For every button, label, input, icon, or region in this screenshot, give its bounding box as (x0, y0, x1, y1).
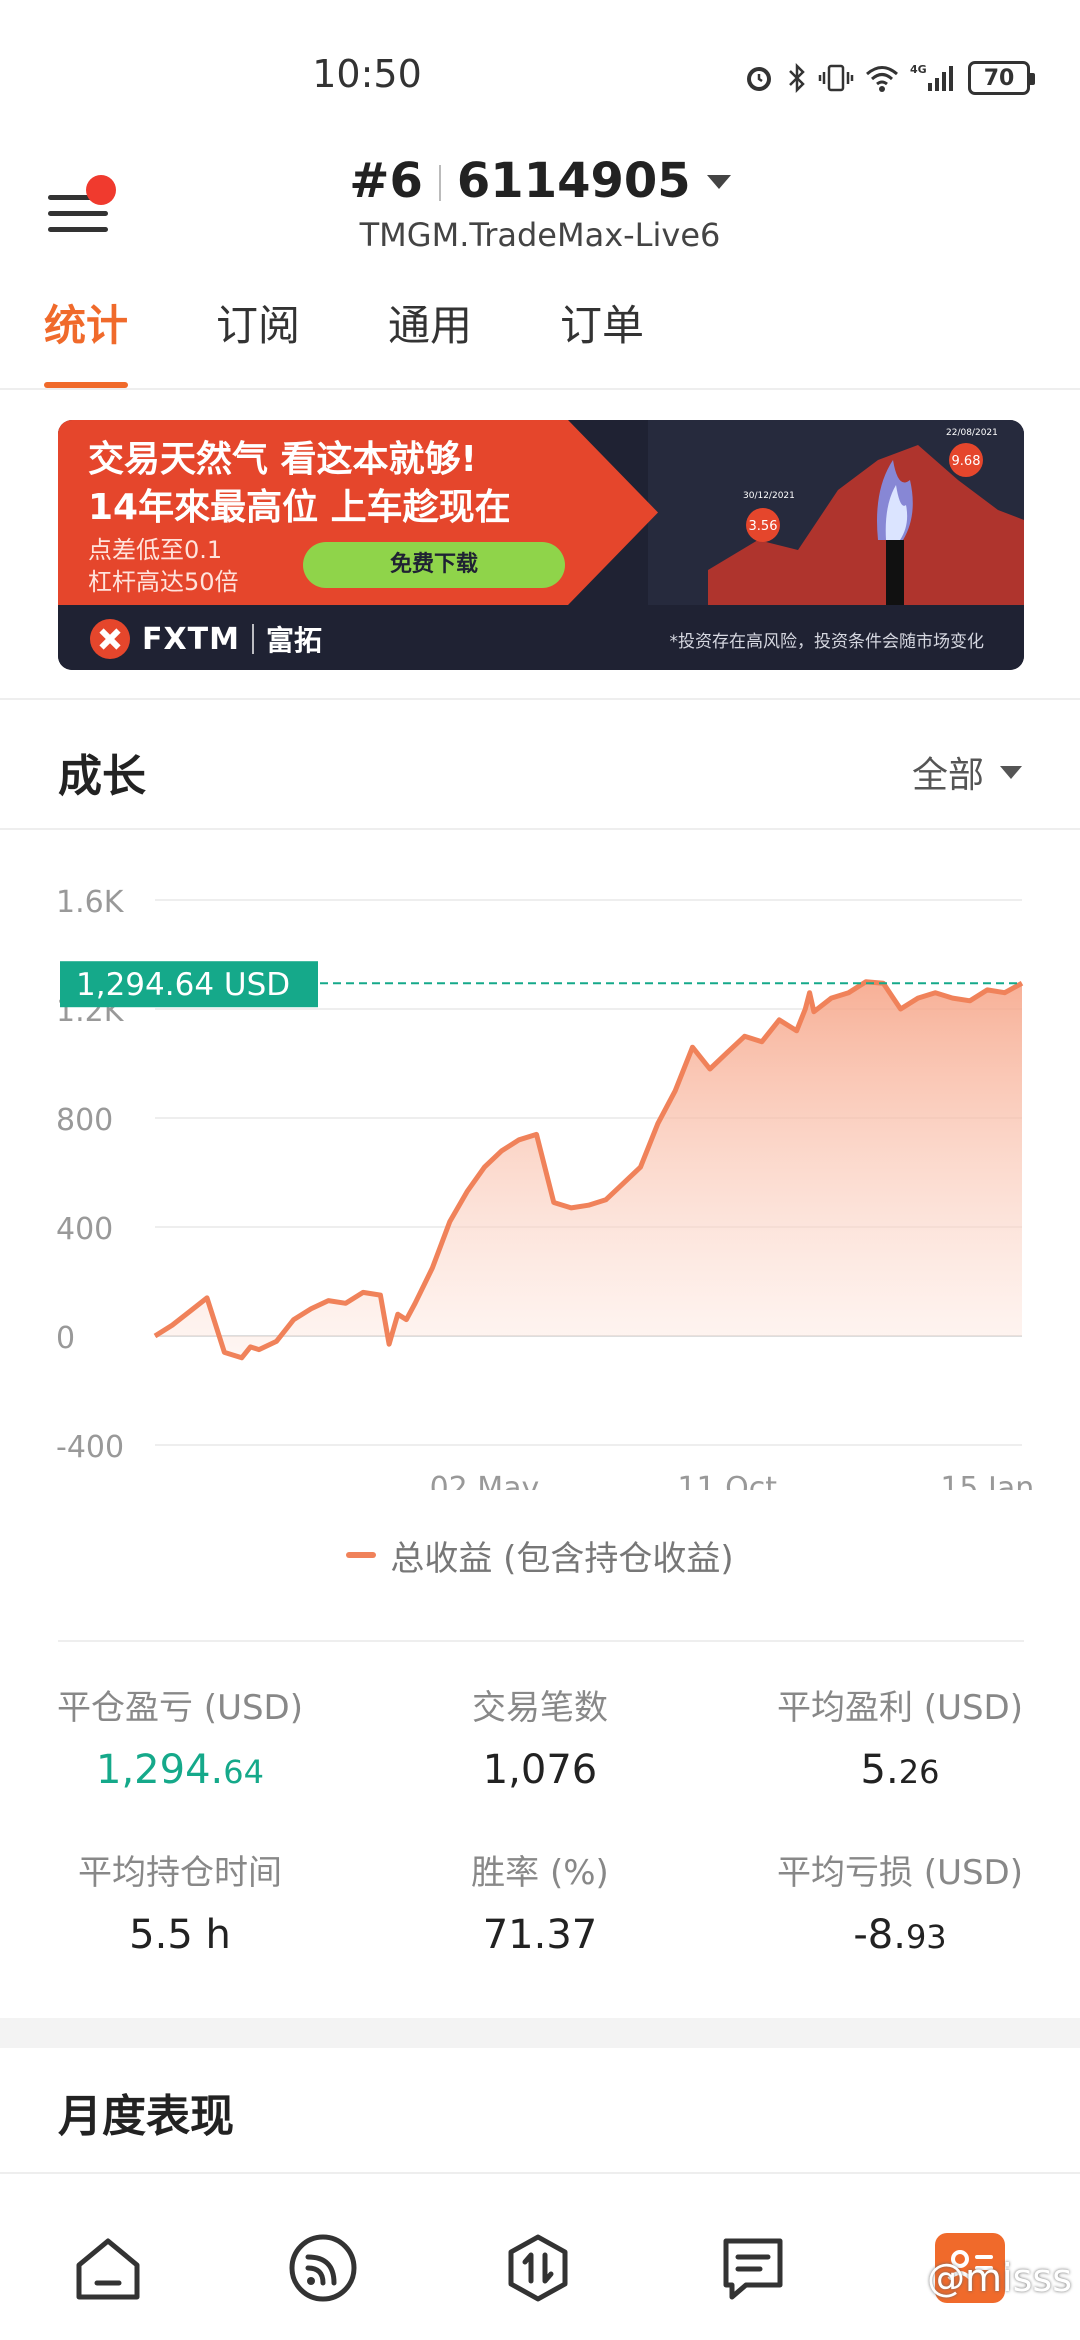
server-name: TMGM.TradeMax-Live6 (359, 216, 721, 254)
chart-legend: 总收益 (包含持仓收益) (0, 1530, 1080, 1580)
svg-text:22/08/2021: 22/08/2021 (946, 428, 998, 438)
stat-value: 1,294.64 (96, 1747, 264, 1793)
y-tick-label: 800 (56, 1103, 113, 1138)
nav-signals[interactable] (283, 2228, 363, 2308)
tab-stats[interactable]: 统计 (44, 295, 129, 388)
banner-illustration: 3.56 30/12/2021 9.68 22/08/2021 (648, 420, 1024, 605)
range-dropdown[interactable]: 全部 (912, 746, 1022, 798)
chevron-down-icon (1000, 765, 1022, 779)
fxtm-logo: FXTM 富拓 (90, 619, 322, 659)
stat-avg-profit: 平均盈利 (USD) 5.26 (720, 1680, 1080, 1793)
stat-value: 71.37 (482, 1912, 598, 1958)
svg-text:30/12/2021: 30/12/2021 (743, 491, 795, 501)
stat-trade-count: 交易笔数 1,076 (360, 1680, 720, 1793)
wifi-icon (866, 66, 898, 92)
stat-value: 5.5 h (129, 1912, 231, 1958)
y-tick-label: 0 (56, 1321, 75, 1356)
bottom-nav (0, 2190, 1080, 2340)
tab-subscribe[interactable]: 订阅 (216, 295, 300, 388)
y-tick-label: 1.6K (56, 885, 125, 920)
stat-label: 胜率 (%) (471, 1853, 609, 1893)
chevron-down-icon (706, 175, 731, 189)
risk-disclaimer: *投资存在高风险，投资条件会随市场变化 (669, 632, 985, 652)
nav-home[interactable] (68, 2228, 148, 2308)
signal-icon: 4G (910, 63, 953, 91)
nav-messages[interactable] (713, 2228, 793, 2308)
home-icon (76, 2238, 140, 2300)
app-header: #6 6114905 TMGM.TradeMax-Live6 (0, 150, 1080, 280)
series-area (155, 981, 1022, 1358)
divider (58, 1640, 1024, 1642)
growth-chart-svg: 1.6K1.2K8004000-40002 May 11 Oct 15 Jan1,2… (56, 885, 1034, 1490)
stats-grid: 平仓盈亏 (USD) 1,294.64 交易笔数 1,076 平均盈利 (USD… (0, 1680, 1080, 1980)
stat-value: -8.93 (853, 1912, 947, 1958)
svg-text:4G: 4G (910, 63, 927, 76)
divider (0, 2172, 1080, 2174)
signals-icon (289, 2234, 357, 2302)
tab-general[interactable]: 通用 (388, 295, 472, 388)
stat-win-rate: 胜率 (%) 71.37 (360, 1845, 720, 1958)
range-value: 全部 (911, 755, 984, 796)
stat-closed-pnl: 平仓盈亏 (USD) 1,294.64 (0, 1680, 360, 1793)
stat-label: 平均持仓时间 (78, 1853, 282, 1893)
banner-subtitle: 14年來最高位 上车趁现在 (88, 487, 511, 528)
current-value-label: 1,294.64 USD (76, 967, 290, 1003)
banner-download-button[interactable]: 免费下载 (303, 542, 565, 588)
bluetooth-icon (789, 62, 805, 94)
stat-avg-loss: 平均亏损 (USD) -8.93 (720, 1845, 1080, 1958)
svg-text:3.56: 3.56 (749, 519, 778, 534)
trade-icon (508, 2234, 568, 2302)
banner-footer: FXTM 富拓 *投资存在高风险，投资条件会随市场变化 (58, 605, 1024, 670)
stat-label: 交易笔数 (472, 1688, 608, 1728)
vibrate-icon (818, 64, 854, 92)
stat-value: 1,076 (482, 1747, 598, 1793)
stat-label: 平仓盈亏 (USD) (57, 1688, 303, 1728)
stat-label: 平均亏损 (USD) (777, 1853, 1023, 1893)
y-tick-label: 400 (56, 1212, 113, 1247)
account-selector[interactable]: #6 6114905 (0, 153, 1080, 209)
battery-icon: 70 (968, 61, 1035, 95)
status-time: 10:50 (312, 52, 422, 96)
x-tick-label: 15 Jan (940, 1471, 1034, 1490)
monthly-performance-title: 月度表现 (58, 2091, 234, 2142)
tab-bar: 统计 订阅 通用 订单 (0, 295, 1080, 390)
ad-banner-section: 3.56 30/12/2021 9.68 22/08/2021 交易天然气 看这… (0, 390, 1080, 700)
stat-value: 5.26 (860, 1747, 940, 1793)
y-tick-label: -400 (56, 1430, 124, 1465)
banner-leverage-text: 杠杆高达50倍 (88, 568, 239, 596)
growth-section-header: 成长 全部 (0, 700, 1080, 830)
messages-icon (723, 2238, 783, 2300)
tab-orders[interactable]: 订单 (560, 295, 644, 388)
svg-text:9.68: 9.68 (952, 454, 981, 469)
alarm-icon (747, 67, 771, 91)
legend-label: 总收益 (包含持仓收益) (390, 1538, 734, 1579)
watermark: @misss (927, 2256, 1072, 2300)
x-tick-label: 02 May (430, 1471, 540, 1490)
growth-title: 成长 (58, 751, 146, 802)
legend-swatch (346, 1552, 377, 1558)
section-separator (0, 2018, 1080, 2048)
growth-chart[interactable]: 1.6K 1.2K 800 400 0 -400 02 May 11 Oct 15 Jan 1,2… (0, 830, 1080, 1490)
nav-trade[interactable] (498, 2228, 578, 2308)
account-number: 6114905 (456, 153, 691, 209)
x-tick-label: 11 Oct (677, 1471, 777, 1490)
stat-label: 平均盈利 (USD) (777, 1688, 1023, 1728)
stat-avg-hold-time: 平均持仓时间 5.5 h (0, 1845, 360, 1958)
ad-banner[interactable]: 3.56 30/12/2021 9.68 22/08/2021 交易天然气 看这… (58, 420, 1024, 670)
status-bar: 10:50 4G 70 (0, 0, 1080, 150)
banner-spread-text: 点差低至0.1 (88, 536, 223, 564)
fxtm-logo-icon (90, 619, 130, 659)
account-prefix: #6 (349, 153, 423, 209)
banner-title: 交易天然气 看这本就够! (88, 439, 477, 480)
status-icons: 4G 70 (742, 58, 1035, 98)
